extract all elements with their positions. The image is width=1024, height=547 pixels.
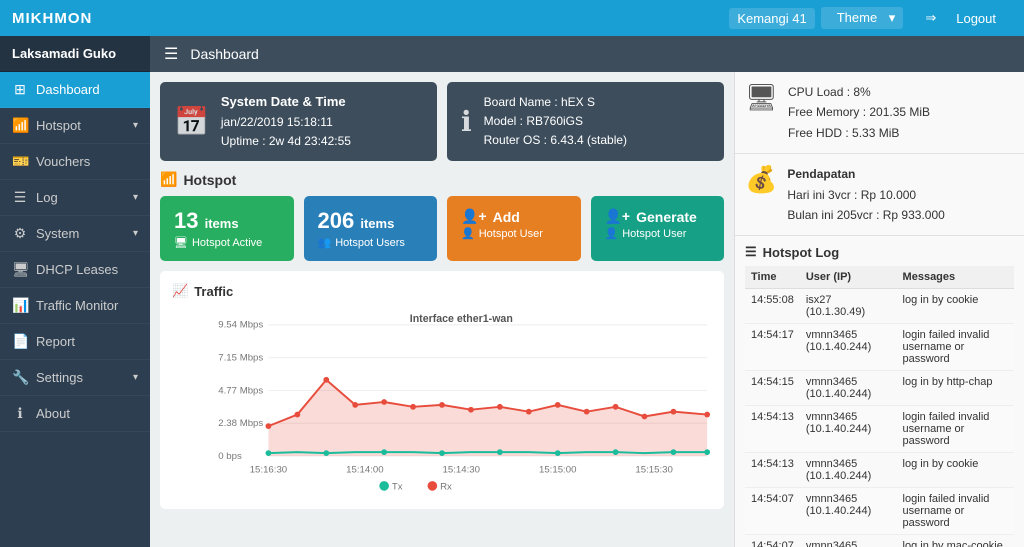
sidebar-item-report[interactable]: 📄 Report (0, 324, 150, 360)
svg-text:7.15 Mbps: 7.15 Mbps (218, 353, 263, 364)
hotspot-active-card[interactable]: 13 items 🖥 Hotspot Active (160, 196, 294, 261)
svg-text:0 bps: 0 bps (218, 451, 242, 462)
user-icon2: 👤 (605, 227, 619, 240)
table-row: 14:54:15 vmnn3465 (10.1.40.244) log in b… (745, 371, 1014, 406)
topbar-right: Kemangi 41 Theme ▾ ⇒ Logout (729, 2, 1012, 34)
traffic-icon: 📊 (12, 297, 28, 314)
generate-icon: 👤+ (605, 208, 631, 225)
location-dropdown[interactable]: Kemangi 41 (729, 8, 814, 29)
topbar: MIKHMON Kemangi 41 Theme ▾ ⇒ Logout (0, 0, 1024, 36)
chevron-down-icon: ▾ (133, 120, 138, 131)
board-card: ℹ Board Name : hEX S Model : RB760iGS Ro… (447, 82, 724, 161)
wifi-icon: 📶 (160, 171, 177, 188)
add-user-icon: 👤+ (461, 208, 487, 225)
hotspot-title: 📶 Hotspot (160, 171, 724, 188)
cpu-icon: 🖥 (745, 82, 778, 113)
table-row: 14:54:13 vmnn3465 (10.1.40.244) login fa… (745, 406, 1014, 453)
sidebar-item-traffic[interactable]: 📊 Traffic Monitor (0, 288, 150, 324)
sidebar-item-settings[interactable]: 🔧 Settings ▾ (0, 360, 150, 396)
chevron-down-icon: ▾ (133, 228, 138, 239)
svg-text:15:14:00: 15:14:00 (346, 465, 383, 476)
hotspot-icon: 📶 (12, 117, 28, 134)
sidebar: Laksamadi Guko ⊞ Dashboard 📶 Hotspot ▾ 🎫… (0, 36, 150, 547)
svg-text:15:15:30: 15:15:30 (635, 465, 672, 476)
main-content: 📅 System Date & Time jan/22/2019 15:18:1… (150, 72, 734, 547)
right-panel: 🖥 CPU Load : 8% Free Memory : 201.35 MiB… (734, 72, 1024, 547)
table-row: 14:54:07 vmnn3465 (10.1.40.244) log in b… (745, 535, 1014, 547)
dashboard-icon: ⊞ (12, 81, 28, 98)
sidebar-item-about[interactable]: ℹ About (0, 396, 150, 432)
svg-text:9.54 Mbps: 9.54 Mbps (218, 320, 263, 331)
brand-name: MIKHMON (12, 10, 92, 27)
system-icon: ⚙ (12, 225, 28, 242)
hotspot-section: 📶 Hotspot 13 items 🖥 Hotspot Active 206 … (160, 171, 724, 261)
hotspot-users-card[interactable]: 206 items 👥 Hotspot Users (304, 196, 438, 261)
sidebar-item-system[interactable]: ⚙ System ▾ (0, 216, 150, 252)
table-row: 14:54:13 vmnn3465 (10.1.40.244) log in b… (745, 453, 1014, 488)
traffic-chart: 9.54 Mbps 7.15 Mbps 4.77 Mbps 2.38 Mbps … (172, 307, 712, 497)
traffic-title: 📈 Traffic (172, 283, 712, 299)
dhcp-icon: 🖥 (12, 261, 28, 278)
table-row: 14:54:07 vmnn3465 (10.1.40.244) login fa… (745, 488, 1014, 535)
main-layout: Laksamadi Guko ⊞ Dashboard 📶 Hotspot ▾ 🎫… (0, 36, 1024, 547)
content-body: 📅 System Date & Time jan/22/2019 15:18:1… (150, 72, 1024, 547)
chevron-down-icon: ▾ (133, 192, 138, 203)
svg-text:Interface ether1-wan: Interface ether1-wan (410, 313, 513, 325)
pendapatan-section: 💰 Pendapatan Hari ini 3vcr : Rp 10.000 B… (735, 154, 1024, 236)
page-title: Dashboard (190, 46, 259, 62)
calendar-icon: 📅 (174, 105, 209, 138)
svg-text:2.38 Mbps: 2.38 Mbps (218, 418, 263, 429)
menu-toggle[interactable]: ☰ (164, 44, 178, 64)
sidebar-user: Laksamadi Guko (0, 36, 150, 72)
hotspot-log-table: Time User (IP) Messages 14:55:08 isx27 (… (745, 266, 1014, 547)
sidebar-item-log[interactable]: ☰ Log ▾ (0, 180, 150, 216)
svg-text:Tx: Tx (392, 482, 403, 493)
list-icon: ☰ (745, 244, 757, 260)
logout-button[interactable]: ⇒ Logout (909, 2, 1012, 34)
svg-text:Rx: Rx (440, 482, 452, 493)
add-user-card[interactable]: 👤+ Add 👤 Hotspot User (447, 196, 581, 261)
sidebar-item-vouchers[interactable]: 🎫 Vouchers (0, 144, 150, 180)
vouchers-icon: 🎫 (12, 153, 28, 170)
info-icon: ℹ (461, 105, 472, 138)
svg-text:15:15:00: 15:15:00 (539, 465, 576, 476)
chevron-down-icon: ▾ (133, 372, 138, 383)
user-icon: 👤 (461, 227, 475, 240)
svg-text:4.77 Mbps: 4.77 Mbps (218, 385, 263, 396)
sidebar-item-dashboard[interactable]: ⊞ Dashboard (0, 72, 150, 108)
table-row: 14:54:17 vmnn3465 (10.1.40.244) login fa… (745, 324, 1014, 371)
traffic-section: 📈 Traffic 9.54 Mbps 7.15 Mbps 4.77 Mbps … (160, 271, 724, 509)
resource-section: 🖥 CPU Load : 8% Free Memory : 201.35 MiB… (735, 72, 1024, 154)
generate-user-card[interactable]: 👤+ Generate 👤 Hotspot User (591, 196, 725, 261)
sidebar-item-hotspot[interactable]: 📶 Hotspot ▾ (0, 108, 150, 144)
datetime-card: 📅 System Date & Time jan/22/2019 15:18:1… (160, 82, 437, 161)
chart-icon: 📈 (172, 283, 188, 299)
sidebar-item-dhcp[interactable]: 🖥 DHCP Leases (0, 252, 150, 288)
col-messages: Messages (897, 266, 1014, 289)
users-icon: 👥 (318, 236, 332, 249)
theme-dropdown[interactable]: Theme ▾ (821, 7, 904, 29)
hotspot-log-section: ☰ Hotspot Log Time User (IP) Messages (735, 236, 1024, 547)
svg-text:15:16:30: 15:16:30 (250, 465, 287, 476)
settings-icon: 🔧 (12, 369, 28, 386)
report-icon: 📄 (12, 333, 28, 350)
info-cards: 📅 System Date & Time jan/22/2019 15:18:1… (160, 82, 724, 161)
page-header: ☰ Dashboard (150, 36, 1024, 72)
hotspot-cards: 13 items 🖥 Hotspot Active 206 items 👥 Ho… (160, 196, 724, 261)
svg-text:15:14:30: 15:14:30 (443, 465, 480, 476)
table-row: 14:55:08 isx27 (10.1.30.49) log in by co… (745, 289, 1014, 324)
money-icon: 💰 (745, 164, 777, 195)
log-icon: ☰ (12, 189, 28, 206)
monitor-icon: 🖥 (174, 236, 188, 249)
col-user: User (IP) (800, 266, 897, 289)
content-area: ☰ Dashboard 📅 System Date & Time jan/22/… (150, 36, 1024, 547)
col-time: Time (745, 266, 800, 289)
about-icon: ℹ (12, 405, 28, 422)
